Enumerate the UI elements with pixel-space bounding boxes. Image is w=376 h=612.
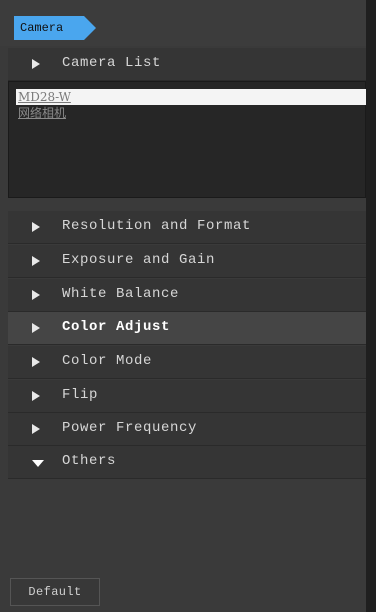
camera-list-label: Camera List [62,55,162,71]
section-label: White Balance [62,286,180,302]
tab-camera[interactable]: Camera [14,16,96,40]
section-label: Exposure and Gain [62,252,216,268]
section-flip[interactable]: Flip [8,380,366,413]
triangle-right-icon [32,357,40,367]
triangle-right-icon [32,424,40,434]
section-power-frequency[interactable]: Power Frequency [8,413,366,446]
section-white-balance[interactable]: White Balance [8,279,366,312]
triangle-right-icon [32,290,40,300]
section-label: Resolution and Format [62,218,252,234]
camera-settings-panel: Camera Camera List MD28-W 网络相机 Resolutio… [0,0,368,612]
section-label: Power Frequency [62,420,198,436]
section-others[interactable]: Others [8,446,366,479]
section-label: Color Mode [62,353,153,369]
camera-list-header[interactable]: Camera List [8,48,366,81]
default-button[interactable]: Default [10,578,100,606]
camera-list-item-network-camera[interactable]: 网络相机 [16,105,366,121]
triangle-right-icon [32,323,40,333]
triangle-down-icon [32,460,44,467]
section-color-mode[interactable]: Color Mode [8,346,366,379]
section-resolution-and-format[interactable]: Resolution and Format [8,211,366,244]
camera-list-item-md28-w[interactable]: MD28-W [16,89,366,105]
window-edge [366,0,376,612]
triangle-right-icon [32,222,40,232]
triangle-right-icon [32,256,40,266]
triangle-right-icon [32,59,40,69]
section-exposure-and-gain[interactable]: Exposure and Gain [8,245,366,278]
triangle-right-icon [32,391,40,401]
section-color-adjust[interactable]: Color Adjust [8,312,366,345]
section-label: Color Adjust [62,319,171,335]
section-label: Others [62,453,117,469]
section-label: Flip [62,387,99,403]
